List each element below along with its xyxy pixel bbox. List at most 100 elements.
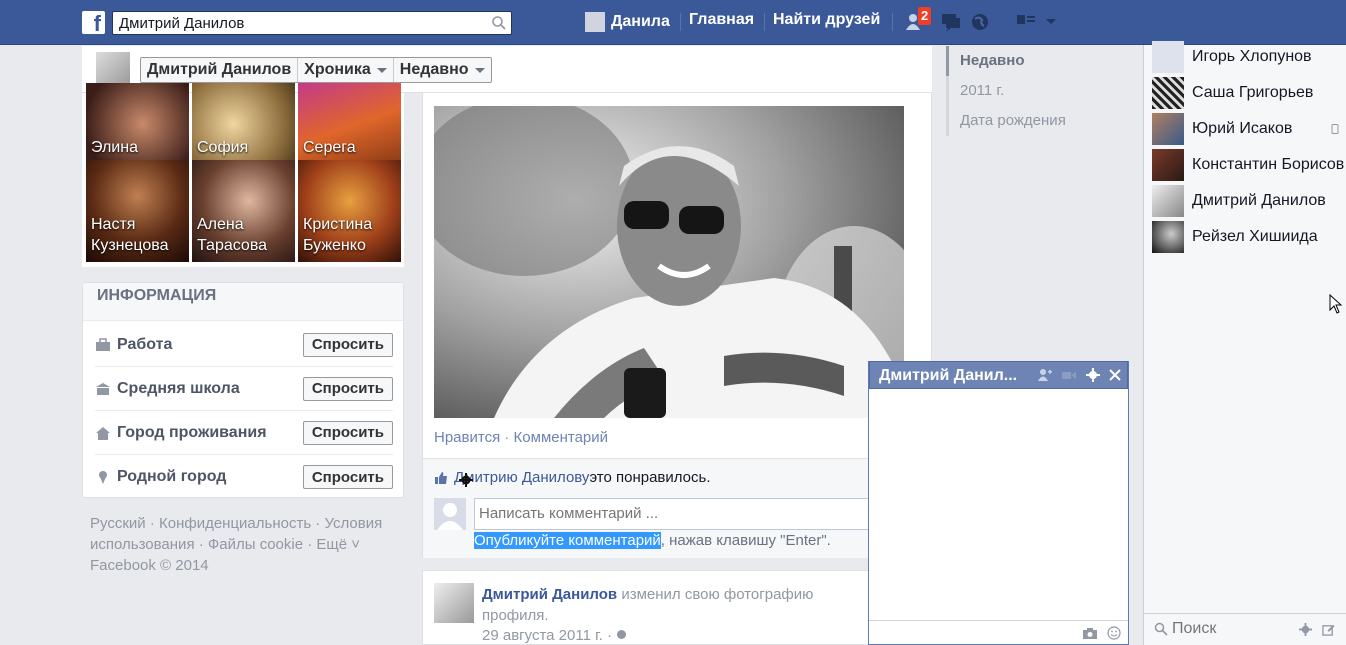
timeline-nav-2011[interactable]: 2011 г. — [946, 76, 1126, 106]
post-date: 29 августа 2011 г. · — [482, 627, 617, 644]
avatar[interactable] — [434, 583, 474, 623]
post-actions: Нравится · Комментарий — [434, 429, 608, 446]
gear-icon[interactable] — [1299, 623, 1312, 636]
contact-item[interactable]: Константин Борисов — [1152, 147, 1346, 183]
nav-profile-link[interactable]: Данила — [585, 12, 670, 32]
friend-requests-badge: 2 — [918, 7, 932, 25]
nav-home-link[interactable]: Главная — [689, 11, 754, 29]
chevron-down-icon — [474, 67, 485, 73]
profile-thumbnail[interactable] — [96, 52, 130, 86]
gear-icon[interactable] — [459, 473, 473, 487]
activity-post: Дмитрий Данилов изменил свою фотографию … — [422, 570, 932, 645]
ask-city-button[interactable]: Спросить — [302, 420, 393, 445]
profile-nav-buttons: Дмитрий Данилов Хроника Недавно — [140, 57, 492, 83]
briefcase-icon — [96, 337, 110, 351]
footer-links-line-1[interactable]: Русский · Конфиденциальность · Условия — [90, 513, 400, 534]
mouse-cursor-icon — [1329, 294, 1343, 314]
notifications-globe-icon[interactable] — [970, 12, 990, 32]
search-box — [112, 11, 512, 35]
friends-grid: Элина Набиева София Сергеева Серега Сало… — [82, 83, 404, 267]
info-row-current-city: Город проживания Спросить — [95, 411, 393, 455]
contact-name: Юрий Исаков — [1192, 120, 1293, 137]
info-label: Работа — [117, 335, 173, 353]
contact-name: Саша Григорьев — [1192, 84, 1314, 101]
contact-item[interactable]: Игорь Хлопунов — [1152, 39, 1346, 75]
chat-window: Дмитрий Данил... — [868, 361, 1129, 645]
nav-divider — [892, 13, 893, 31]
search-icon[interactable] — [491, 15, 507, 31]
timeline-nav-born[interactable]: Дата рождения — [946, 106, 1126, 136]
info-title: ИНФОРМАЦИЯ — [83, 283, 403, 321]
video-call-icon[interactable] — [1062, 368, 1076, 382]
add-friend-icon[interactable] — [1038, 368, 1052, 382]
ask-hometown-button[interactable]: Спросить — [302, 465, 393, 489]
friend-name: Настя Кузнецова — [91, 216, 169, 254]
ask-school-button[interactable]: Спросить — [302, 376, 393, 401]
liker-name-link[interactable]: Дмитрию Данилову — [454, 469, 589, 486]
info-row-work: Работа Спросить — [95, 323, 393, 367]
nav-find-friends-link[interactable]: Найти друзей — [773, 11, 880, 29]
post-timestamp[interactable]: 29 августа 2011 г. · — [482, 627, 627, 644]
avatar — [1152, 41, 1184, 73]
likes-suffix: это понравилось. — [589, 469, 711, 486]
contact-name: Дмитрий Данилов — [1192, 192, 1326, 209]
footer-links-line-2[interactable]: использования · Файлы cookie · Ещё ˅ — [90, 534, 400, 555]
photo-post: Нравится · Комментарий Дмитрию Данилову … — [422, 93, 932, 558]
messages-icon[interactable] — [940, 12, 962, 32]
comment-input[interactable] — [474, 498, 874, 530]
chevron-down-icon — [376, 67, 387, 73]
friend-tile[interactable]: Настя Кузнецова — [86, 160, 189, 262]
privacy-shortcuts-icon[interactable] — [1017, 12, 1037, 28]
timeline-nav-recent[interactable]: Недавно — [946, 46, 1126, 76]
footer: Русский · Конфиденциальность · Условия и… — [90, 513, 400, 576]
contact-item[interactable]: Юрий Исаков — [1152, 111, 1346, 147]
author-link[interactable]: Дмитрий Данилов — [482, 586, 617, 603]
close-icon[interactable] — [1108, 368, 1122, 382]
timeline-label: Хроника — [304, 61, 371, 78]
chat-input-bar[interactable] — [869, 620, 1128, 644]
account-menu-chevron-icon[interactable] — [1045, 18, 1057, 26]
like-link[interactable]: Нравится — [434, 429, 500, 446]
timeline-nav: Недавно 2011 г. Дата рождения — [946, 46, 1126, 136]
chat-search-bar — [1144, 613, 1346, 645]
chat-sidebar: Игорь Хлопунов Саша Григорьев Юрий Исако… — [1143, 41, 1346, 645]
new-message-icon[interactable] — [1322, 623, 1335, 636]
comment-link[interactable]: Комментарий — [514, 429, 608, 446]
info-label: Средняя школа — [117, 379, 240, 397]
info-row-hometown: Родной город Спросить — [95, 455, 393, 499]
gear-icon[interactable] — [1086, 368, 1100, 382]
avatar — [1152, 185, 1184, 217]
friend-tile[interactable]: Кристина Буженко — [298, 160, 401, 262]
activity-text: Дмитрий Данилов изменил свою фотографию … — [482, 584, 862, 626]
emoticon-icon[interactable] — [1107, 626, 1121, 640]
profile-name-label: Дмитрий Данилов — [147, 61, 292, 78]
camera-icon[interactable] — [1083, 626, 1097, 640]
comment-hint-highlight: Опубликуйте комментарий — [474, 532, 661, 549]
info-box: ИНФОРМАЦИЯ Работа Спросить Средняя школа… — [82, 282, 404, 498]
friend-tile[interactable]: Алена Тарасова — [192, 160, 295, 262]
avatar — [585, 12, 605, 32]
likes-comments-box: Дмитрию Данилову это понравилось. Опубли… — [423, 458, 932, 558]
profile-name-button[interactable]: Дмитрий Данилов — [141, 58, 299, 82]
recent-label: Недавно — [399, 61, 469, 78]
nav-divider — [680, 13, 681, 31]
ask-work-button[interactable]: Спросить — [302, 332, 393, 357]
search-icon — [1154, 622, 1168, 636]
contact-item[interactable]: Дмитрий Данилов — [1152, 183, 1346, 219]
avatar — [1152, 77, 1184, 109]
recent-dropdown[interactable]: Недавно — [394, 58, 491, 82]
contact-item[interactable]: Рейзел Хишиида — [1152, 219, 1346, 255]
chat-title: Дмитрий Данил... — [879, 367, 1018, 384]
info-label: Родной город — [117, 468, 227, 485]
nav-user-name: Данила — [611, 13, 670, 30]
timeline-dropdown[interactable]: Хроника — [298, 58, 394, 82]
school-icon — [96, 382, 110, 395]
facebook-logo[interactable]: f — [82, 11, 105, 34]
chat-header[interactable]: Дмитрий Данил... — [869, 361, 1128, 389]
top-bar: f Данила Главная Найти друзей 2 — [0, 0, 1346, 45]
post-photo[interactable] — [434, 106, 904, 418]
search-input[interactable] — [113, 12, 483, 34]
chat-search-input[interactable] — [1172, 620, 1292, 638]
separator: · — [500, 429, 514, 446]
contact-item[interactable]: Саша Григорьев — [1152, 75, 1346, 111]
